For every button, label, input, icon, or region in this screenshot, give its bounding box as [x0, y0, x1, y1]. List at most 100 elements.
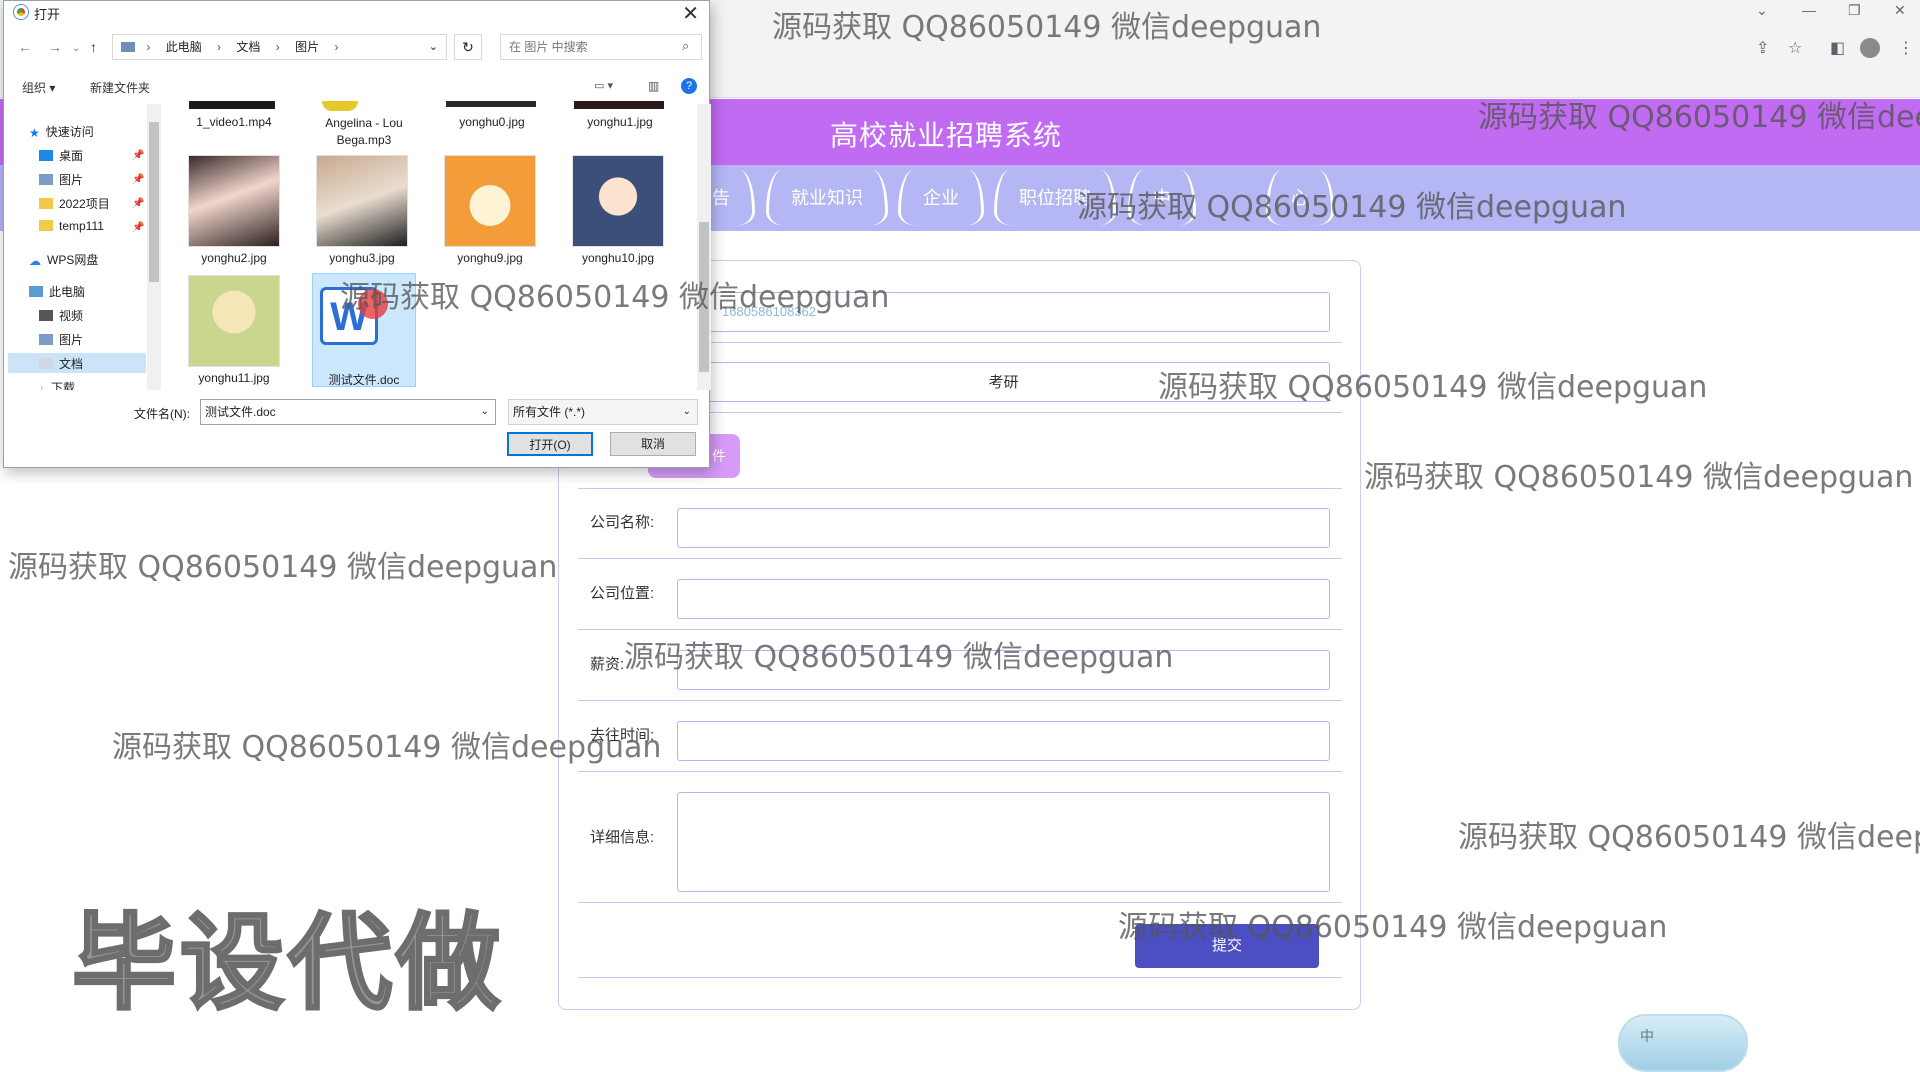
folder-icon [39, 220, 53, 231]
download-icon: ↓ [39, 382, 45, 390]
tree-item-videos[interactable]: 视频 [39, 307, 83, 324]
address-bar[interactable]: › 此电脑 › 文档 › 图片 › ⌄ [112, 34, 447, 60]
tree-item-2022-project[interactable]: 2022项目 [39, 195, 110, 212]
up-folder-icon[interactable]: ↑ [90, 39, 97, 55]
detail-textarea[interactable] [677, 792, 1330, 892]
window-close-icon[interactable]: ✕ [1894, 2, 1906, 19]
file-item[interactable]: yonghu10.jpg [562, 251, 674, 265]
thumbnail-image [572, 155, 664, 247]
minimize-icon[interactable]: — [1802, 2, 1816, 18]
refresh-icon[interactable]: ↻ [454, 34, 482, 60]
tree-item-pictures[interactable]: 图片 [39, 331, 83, 348]
tree-item-wps-drive[interactable]: ☁ WPS网盘 [29, 251, 98, 268]
type-select[interactable]: 考研 [677, 362, 1330, 402]
file-item[interactable]: yonghu1.jpg [564, 115, 676, 129]
file-item[interactable]: yonghu9.jpg [434, 251, 546, 265]
star-icon[interactable]: ☆ [1788, 38, 1802, 58]
profile-icon[interactable] [1860, 38, 1880, 58]
documents-folder-icon [39, 358, 53, 369]
file-item[interactable]: yonghu2.jpg [178, 251, 290, 265]
tree-scrollbar[interactable] [147, 104, 161, 390]
row-divider [578, 771, 1342, 772]
nav-item-center-a[interactable]: 中 [1128, 170, 1196, 226]
salary-input[interactable] [677, 650, 1330, 690]
cancel-button[interactable]: 取消 [610, 432, 696, 456]
chrome-icon [14, 5, 28, 19]
preview-pane-icon[interactable]: ▥ [648, 79, 659, 93]
file-item[interactable]: yonghu0.jpg [436, 115, 548, 129]
pin-icon: 📌 [132, 174, 145, 185]
filename-label: 文件名(N): [134, 407, 190, 421]
cloud-icon: ☁ [29, 254, 41, 268]
chevron-down-icon[interactable]: ⌄ [481, 400, 489, 424]
nav-item-company[interactable]: 企业 [898, 170, 984, 226]
back-icon[interactable]: ← [18, 39, 32, 55]
breadcrumb-separator: › [334, 40, 339, 54]
folder-view-icon [121, 42, 135, 52]
file-type-select[interactable]: 所有文件 (*.*) ⌄ [508, 399, 698, 425]
dialog-close-icon[interactable]: ✕ [682, 1, 699, 26]
organize-menu[interactable]: 组织 ▾ [22, 79, 55, 96]
tree-item-temp111[interactable]: temp111 [39, 219, 104, 233]
pin-icon: 📌 [132, 150, 145, 161]
nav-item-center-b[interactable]: 心 [1266, 170, 1334, 226]
pictures-folder-icon [39, 334, 53, 345]
file-item[interactable]: yonghu11.jpg [178, 371, 290, 385]
tree-scrollbar-thumb[interactable] [149, 122, 159, 282]
tree-item-quick-access[interactable]: ★ 快速访问 [29, 123, 94, 140]
file-item-selected[interactable]: 测试文件.doc [308, 371, 420, 388]
navigation-pane: ★ 快速访问 桌面 图片 2022项目 temp111 📌 📌 📌 📌 ☁ WPS网… [4, 104, 162, 390]
help-icon[interactable]: ? [681, 78, 697, 94]
breadcrumb-documents[interactable]: 文档 [236, 40, 260, 54]
forward-icon[interactable]: → [48, 39, 62, 55]
row-divider [578, 488, 1342, 489]
tree-item-this-pc[interactable]: 此电脑 [29, 283, 85, 300]
share-icon[interactable]: ⇪ [1756, 38, 1769, 58]
sidebar-icon[interactable]: ◧ [1830, 38, 1845, 58]
depart-time-input[interactable] [677, 721, 1330, 761]
restore-icon[interactable]: ❐ [1848, 2, 1861, 19]
company-location-label: 公司位置: [590, 585, 655, 602]
view-options-icon[interactable]: ▭ ▾ [594, 79, 613, 92]
chevron-down-icon[interactable]: ⌄ [683, 400, 691, 424]
watermark: 源码获取 QQ86050149 微信deepguan [8, 550, 558, 585]
file-item[interactable]: 1_video1.mp4 [178, 115, 290, 129]
file-item[interactable]: yonghu3.jpg [306, 251, 418, 265]
menu-icon[interactable]: ⋮ [1898, 38, 1914, 58]
nav-item-jobs[interactable]: 职位招聘 [994, 170, 1116, 226]
thumbnail-image [444, 155, 536, 247]
tab-search-icon[interactable]: ⌄ [1756, 2, 1768, 19]
thumbnail-music [322, 101, 358, 111]
recent-locations-icon[interactable]: ⌄ [72, 43, 80, 54]
salary-label: 薪资: [590, 656, 625, 673]
row-divider [578, 629, 1342, 630]
file-open-dialog: 打开 ✕ ← → ⌄ ↑ › 此电脑 › 文档 › 图片 › ⌄ ↻ 在 图片 … [3, 0, 711, 468]
ime-floating-widget[interactable] [1618, 1014, 1748, 1072]
company-name-input[interactable] [677, 508, 1330, 548]
submit-button[interactable]: 提交 [1135, 924, 1319, 968]
nav-item-knowledge[interactable]: 就业知识 [766, 170, 888, 226]
breadcrumb-this-pc[interactable]: 此电脑 [166, 40, 202, 54]
company-name-label: 公司名称: [590, 514, 655, 531]
dialog-title: 打开 [34, 7, 61, 22]
id-field[interactable]: 1680586108362 [677, 292, 1330, 332]
promo-overlay-text: 毕设代做 [70, 901, 505, 1026]
tree-item-pictures-pinned[interactable]: 图片 [39, 171, 83, 188]
tree-item-downloads[interactable]: ↓ 下载 [39, 379, 75, 390]
row-divider [578, 558, 1342, 559]
file-scrollbar[interactable] [697, 104, 711, 390]
breadcrumb-pictures[interactable]: 图片 [295, 40, 319, 54]
path-dropdown-icon[interactable]: ⌄ [429, 35, 438, 59]
filename-input[interactable]: 测试文件.doc ⌄ [200, 399, 496, 425]
search-icon[interactable]: ⌕ [682, 38, 689, 54]
tree-item-documents[interactable]: 文档 [39, 355, 83, 372]
new-folder-button[interactable]: 新建文件夹 [90, 79, 150, 96]
file-item[interactable]: Angelina - Lou Bega.mp3 [308, 115, 420, 149]
row-divider [578, 977, 1342, 978]
depart-time-label: 去往时间: [590, 727, 655, 744]
search-input[interactable]: 在 图片 中搜索 [500, 34, 702, 60]
tree-item-desktop[interactable]: 桌面 [39, 147, 83, 164]
company-location-input[interactable] [677, 579, 1330, 619]
file-scrollbar-thumb[interactable] [699, 222, 709, 372]
open-button[interactable]: 打开(O) [507, 432, 593, 456]
